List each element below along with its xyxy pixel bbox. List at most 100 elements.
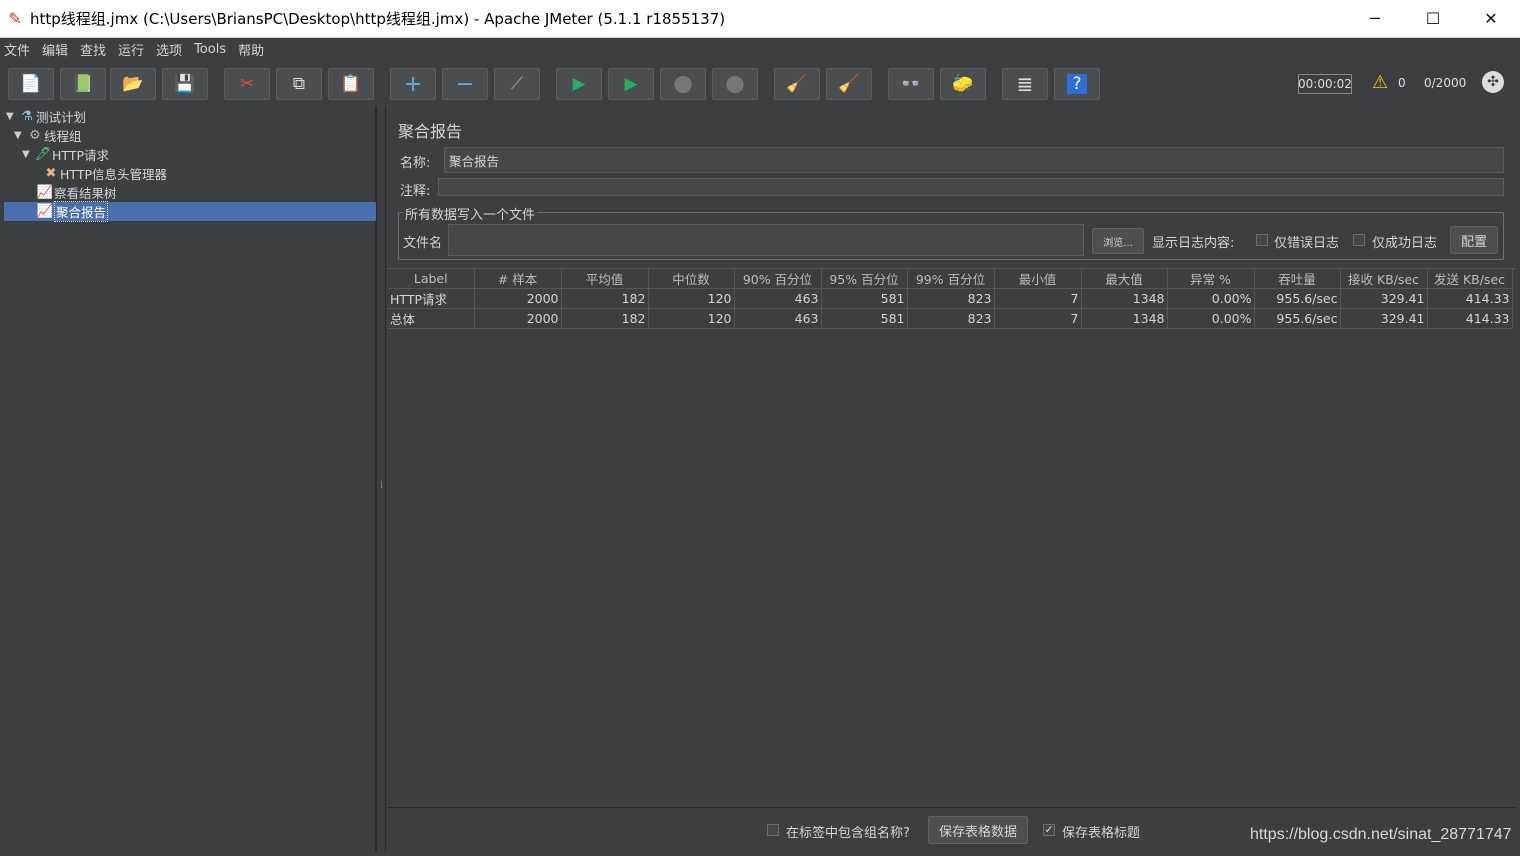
cut-button[interactable]: ✂ (224, 68, 270, 100)
column-header[interactable]: 吞吐量 (1254, 269, 1341, 289)
comment-label: 注释: (400, 184, 431, 199)
column-header[interactable]: 最大值 (1081, 269, 1168, 289)
maximize-button[interactable]: ☐ (1404, 0, 1462, 38)
filename-field[interactable] (448, 224, 1084, 256)
open-button[interactable]: 📂 (110, 68, 156, 100)
save-button[interactable]: 💾 (162, 68, 208, 100)
table-cell: 2000 (474, 308, 562, 329)
tree-item-label: HTTP请求 (52, 148, 109, 163)
paste-icon: 📋 (340, 74, 362, 94)
table-cell: 1348 (1081, 288, 1168, 309)
expand-arrow-icon[interactable]: ▼ (14, 130, 26, 141)
table-row[interactable]: HTTP请求 2000 182 120 463 581 823 7 1348 0… (388, 288, 1513, 309)
table-cell: 823 (907, 308, 995, 329)
menu-edit[interactable]: 编辑 (42, 40, 68, 59)
clear-all-icon: 🧹 (838, 74, 860, 94)
warning-icon[interactable]: ⚠ (1372, 72, 1388, 93)
table-cell: 7 (994, 308, 1082, 329)
menu-run[interactable]: 运行 (118, 40, 144, 59)
table-cell: 463 (734, 308, 822, 329)
column-header[interactable]: 平均值 (561, 269, 649, 289)
active-threads: 0/2000 (1424, 76, 1467, 90)
shutdown-icon: ⬤ (725, 74, 745, 94)
tree-item-aggregate-report[interactable]: 📈 聚合报告 (4, 201, 376, 222)
toggle-icon: ⟋ (511, 74, 523, 94)
table-cell: 总体 (388, 308, 475, 329)
save-table-header-checkbox[interactable]: ✓ (1043, 824, 1055, 836)
expand-all-button[interactable]: + (390, 68, 436, 100)
tools-icon: ✖ (45, 166, 57, 181)
column-header[interactable]: # 样本 (474, 269, 562, 289)
success-only-checkbox[interactable] (1353, 234, 1365, 246)
split-pane-divider[interactable]: ⁞ (376, 106, 386, 852)
templates-button[interactable]: 📗 (60, 68, 106, 100)
file-output-group-title: 所有数据写入一个文件 (403, 204, 538, 223)
errors-only-checkbox[interactable] (1256, 234, 1268, 246)
jmeter-feather-icon: ✎ (8, 9, 22, 28)
menu-tools[interactable]: Tools (194, 42, 226, 57)
tree-item-http-request[interactable]: ▼ 🖊 HTTP请求 (22, 145, 376, 164)
table-cell: 414.33 (1427, 288, 1513, 309)
name-field[interactable]: 聚合报告 (444, 147, 1504, 173)
table-row[interactable]: 总体 2000 182 120 463 581 823 7 1348 0.00%… (388, 308, 1513, 329)
comment-field[interactable] (438, 178, 1504, 196)
menu-file[interactable]: 文件 (4, 40, 30, 59)
menu-search[interactable]: 查找 (80, 40, 106, 59)
column-header[interactable]: 中位数 (648, 269, 735, 289)
start-button[interactable]: ▶ (556, 68, 602, 100)
pen-icon: 🖊 (34, 147, 52, 162)
collapse-all-button[interactable]: − (442, 68, 488, 100)
clear-all-button[interactable]: 🧹 (826, 68, 872, 100)
clear-icon: 🧹 (786, 74, 808, 94)
table-cell: 182 (561, 308, 649, 329)
help-button[interactable]: ? (1054, 68, 1100, 100)
save-table-data-button[interactable]: 保存表格数据 (928, 816, 1028, 844)
table-header-row: Label # 样本 平均值 中位数 90% 百分位 95% 百分位 99% 百… (388, 269, 1513, 289)
function-helper-icon: ≣ (1016, 72, 1034, 96)
column-header[interactable]: 最小值 (994, 269, 1082, 289)
expand-arrow-icon[interactable]: ▼ (6, 111, 18, 122)
title-bar: ✎ http线程组.jmx (C:\Users\BriansPC\Desktop… (0, 0, 1520, 38)
paste-button[interactable]: 📋 (328, 68, 374, 100)
shutdown-button[interactable]: ⬤ (712, 68, 758, 100)
tree-item-label: 聚合报告 (54, 201, 109, 222)
save-icon: 💾 (174, 74, 196, 94)
close-button[interactable]: ✕ (1462, 0, 1520, 38)
menu-help[interactable]: 帮助 (238, 40, 264, 59)
gear-icon: ⚙ (29, 128, 41, 143)
table-cell: 0.00% (1167, 288, 1255, 309)
table-cell: 955.6/sec (1254, 288, 1341, 309)
stop-button[interactable]: ⬤ (660, 68, 706, 100)
include-group-name-checkbox[interactable] (767, 824, 779, 836)
new-button[interactable]: 📄 (8, 68, 54, 100)
clear-button[interactable]: 🧹 (774, 68, 820, 100)
minimize-button[interactable]: ─ (1346, 0, 1404, 38)
menu-options[interactable]: 选项 (156, 40, 182, 59)
toggle-button[interactable]: ⟋ (494, 68, 540, 100)
tree-item-thread-group[interactable]: ▼ ⚙ 线程组 (14, 126, 376, 145)
open-icon: 📂 (122, 74, 144, 94)
column-header[interactable]: 发送 KB/sec (1427, 269, 1513, 289)
column-header[interactable]: 99% 百分位 (907, 269, 995, 289)
column-header[interactable]: 接收 KB/sec (1340, 269, 1428, 289)
browse-button[interactable]: 浏览... (1092, 228, 1144, 254)
table-cell: 329.41 (1340, 308, 1428, 329)
tree-item-view-results-tree[interactable]: 📈 察看结果树 (36, 183, 376, 202)
column-header[interactable]: 90% 百分位 (734, 269, 822, 289)
column-header[interactable]: 异常 % (1167, 269, 1255, 289)
copy-button[interactable]: ⧉ (276, 68, 322, 100)
tree-item-label: HTTP信息头管理器 (60, 167, 167, 182)
reset-search-button[interactable]: 🧽 (940, 68, 986, 100)
tree-item-test-plan[interactable]: ▼ ⚗ 测试计划 (6, 107, 376, 126)
column-header[interactable]: 95% 百分位 (821, 269, 908, 289)
search-button[interactable]: 👓 (888, 68, 934, 100)
column-header[interactable]: Label (388, 269, 475, 289)
tree-item-header-manager[interactable]: ✖ HTTP信息头管理器 (42, 164, 376, 183)
start-no-pauses-button[interactable]: ▶ (608, 68, 654, 100)
table-cell: 329.41 (1340, 288, 1428, 309)
expand-arrow-icon[interactable]: ▼ (22, 149, 34, 160)
name-label: 名称: (400, 156, 431, 171)
grip-icon: ⁞ (380, 480, 384, 491)
configure-button[interactable]: 配置 (1450, 226, 1498, 254)
function-helper-button[interactable]: ≣ (1002, 68, 1048, 100)
